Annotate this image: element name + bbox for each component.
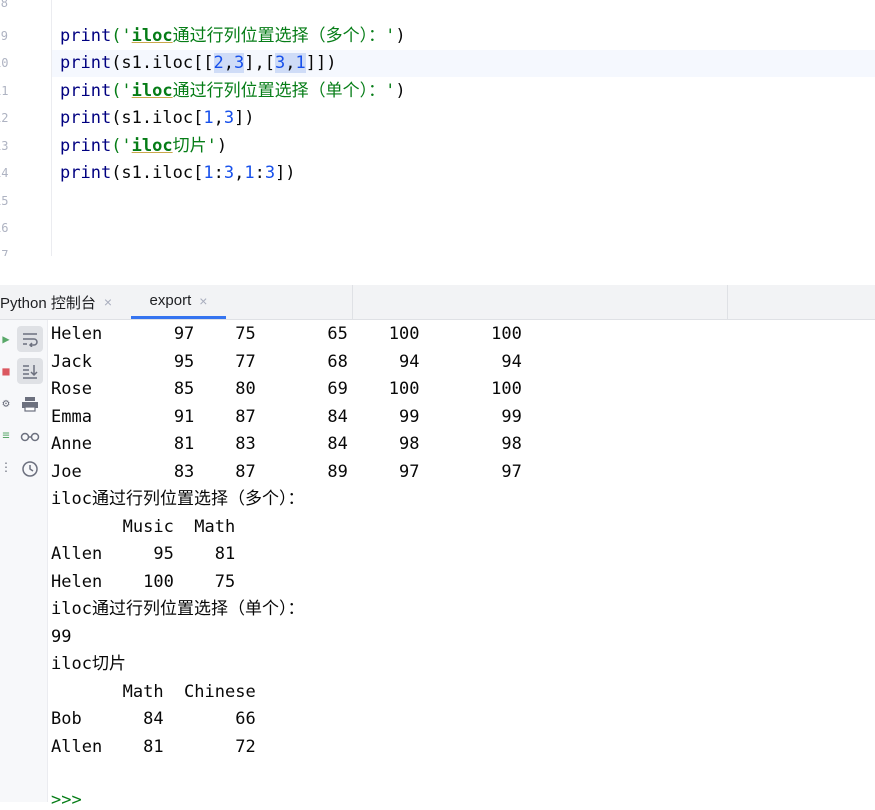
console-line: Bob 84 66 — [51, 709, 256, 729]
list-icon[interactable]: ≡ — [0, 428, 12, 442]
console-line: iloc切片 — [51, 654, 126, 674]
code-line[interactable]: print(s1.iloc[[2,3],[3,1]]) — [60, 53, 336, 73]
line-number: 9 — [0, 29, 8, 43]
console-side-toolbar — [14, 320, 48, 802]
console-line: Helen 97 75 65 100 100 — [51, 324, 522, 344]
line-number: 10 — [0, 56, 9, 70]
print-icon[interactable] — [17, 391, 43, 417]
stop-icon[interactable]: ■ — [0, 364, 12, 378]
history-icon[interactable] — [17, 456, 43, 482]
code-line[interactable]: print('iloc切片') — [60, 136, 227, 156]
line-number: 17 — [0, 248, 9, 256]
tab-label: export — [149, 292, 192, 309]
console-line: Joe 83 87 89 97 97 — [51, 462, 522, 482]
scroll-to-end-icon[interactable] — [17, 358, 43, 384]
console-line: iloc通过行列位置选择（单个）： — [51, 599, 305, 619]
variables-icon[interactable] — [17, 424, 43, 450]
console-line: Allen 95 81 — [51, 544, 236, 564]
console-line: Allen 81 72 — [51, 737, 256, 757]
console-tab-bar: Python 控制台 × export × — [0, 285, 875, 320]
more-icon[interactable]: ⋮ — [0, 460, 12, 474]
console-line: Music Math — [51, 517, 236, 537]
code-line[interactable]: print('iloc通过行列位置选择（单个）：') — [60, 81, 406, 101]
console-line: Anne 81 83 84 98 98 — [51, 434, 522, 454]
console-line: 99 — [51, 627, 72, 647]
code-line[interactable]: print(s1.iloc[1:3,1:3]) — [60, 163, 296, 183]
settings-icon[interactable]: ⚙ — [0, 396, 12, 410]
line-number: 15 — [0, 194, 9, 208]
tab-export[interactable]: export × — [131, 285, 226, 319]
line-number: 16 — [0, 221, 9, 235]
console-line: Rose 85 80 69 100 100 — [51, 379, 522, 399]
console-line: Math Chinese — [51, 682, 256, 702]
line-number-gutter: 8 9 10 11 12 13 14 15 16 17 — [0, 0, 52, 256]
soft-wrap-icon[interactable] — [17, 326, 43, 352]
code-editor[interactable]: 8 9 10 11 12 13 14 15 16 17 print('iloc通… — [0, 0, 875, 256]
console-line: Emma 91 87 84 99 99 — [51, 407, 522, 427]
tab-divider — [727, 285, 728, 319]
console-prompt[interactable]: >>> — [51, 790, 82, 810]
run-icon[interactable]: ▶ — [0, 332, 12, 346]
console-line: Jack 95 77 68 94 94 — [51, 352, 522, 372]
close-icon[interactable]: × — [199, 293, 207, 309]
tab-label: Python 控制台 — [0, 294, 96, 312]
line-number: 11 — [0, 84, 9, 98]
line-number: 8 — [0, 0, 8, 10]
tab-python-console[interactable]: Python 控制台 × — [0, 285, 112, 319]
tab-divider — [352, 285, 353, 319]
run-toolbar: ▶ ■ ⚙ ≡ ⋮ — [0, 320, 14, 802]
line-number: 13 — [0, 139, 9, 153]
close-icon[interactable]: × — [104, 294, 112, 310]
console-line: iloc通过行列位置选择（多个）： — [51, 489, 305, 509]
code-line[interactable]: print('iloc通过行列位置选择（多个）：') — [60, 26, 406, 46]
line-number: 12 — [0, 111, 9, 125]
line-number: 14 — [0, 166, 9, 180]
code-line[interactable]: print(s1.iloc[1,3]) — [60, 108, 255, 128]
console-line: Helen 100 75 — [51, 572, 236, 592]
